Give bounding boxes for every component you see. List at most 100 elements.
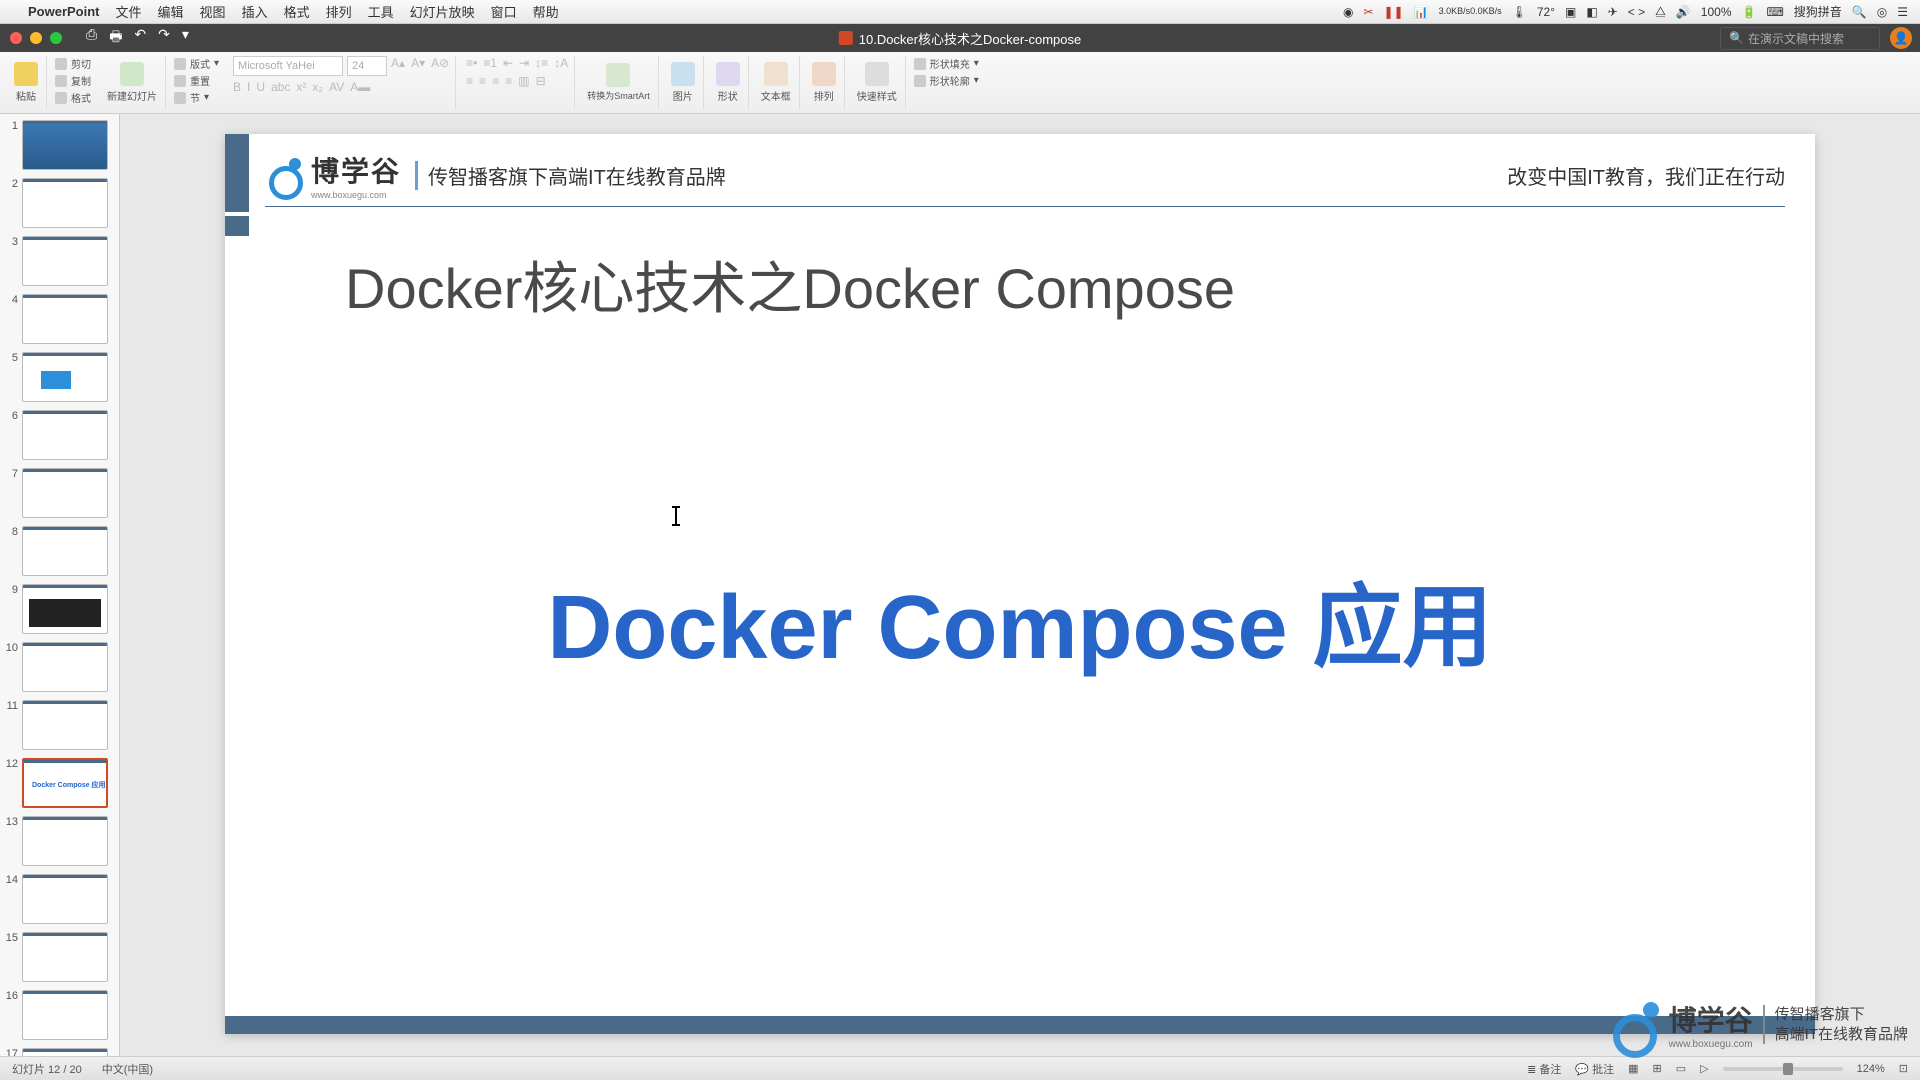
thumbnail-row[interactable]: 10 [4, 642, 115, 692]
tray-icon2[interactable]: ◧ [1586, 5, 1597, 19]
airplane-icon[interactable]: ✈ [1608, 5, 1618, 19]
qat-undo-icon[interactable]: ↶ [134, 26, 146, 50]
italic-icon[interactable]: I [247, 80, 250, 94]
slide-thumbnail-15[interactable] [22, 932, 108, 982]
cut-button[interactable]: 剪切 [55, 56, 91, 71]
slide-thumbnail-17[interactable] [22, 1048, 108, 1056]
pause-icon[interactable]: ❚❚ [1384, 5, 1404, 19]
reset-button[interactable]: 重置 [174, 73, 219, 88]
code-icon[interactable]: < > [1628, 5, 1645, 19]
wifi-icon[interactable]: ⧋ [1655, 4, 1666, 19]
slide-thumbnail-7[interactable] [22, 468, 108, 518]
sorter-view-icon[interactable]: ⊞ [1653, 1062, 1662, 1075]
volume-icon[interactable]: 🔊 [1676, 5, 1691, 19]
minimize-button[interactable] [30, 32, 42, 44]
size-selector[interactable] [347, 56, 387, 76]
thumbnail-row[interactable]: 15 [4, 932, 115, 982]
thumbnail-row[interactable]: 5 [4, 352, 115, 402]
justify-icon[interactable]: ≡ [505, 74, 512, 88]
share-button[interactable]: 👤 [1890, 27, 1912, 49]
menu-edit[interactable]: 编辑 [158, 2, 184, 21]
reading-view-icon[interactable]: ▭ [1676, 1062, 1686, 1075]
close-button[interactable] [10, 32, 22, 44]
slide-counter[interactable]: 幻灯片 12 / 20 [12, 1061, 82, 1077]
zoom-value[interactable]: 124% [1857, 1063, 1885, 1075]
picture-group[interactable]: 图片 [663, 56, 704, 109]
textdir-icon[interactable]: ↕A [554, 56, 568, 70]
thumbnail-row[interactable]: 12Docker Compose 应用 [4, 758, 115, 808]
superscript-icon[interactable]: x² [296, 80, 306, 94]
underline-icon[interactable]: U [256, 80, 265, 94]
thumbnail-row[interactable]: 14 [4, 874, 115, 924]
format-painter-button[interactable]: 格式 [55, 90, 91, 105]
columns-icon[interactable]: ▥ [518, 74, 529, 88]
fit-icon[interactable]: ⊡ [1899, 1062, 1908, 1075]
textbox-group[interactable]: 文本框 [753, 56, 800, 109]
comments-button[interactable]: 💬 批注 [1575, 1061, 1614, 1077]
obs-icon[interactable]: ◉ [1343, 5, 1353, 19]
menu-arrange[interactable]: 排列 [326, 2, 352, 21]
thumbnail-row[interactable]: 4 [4, 294, 115, 344]
thumbnail-row[interactable]: 6 [4, 410, 115, 460]
align-left-icon[interactable]: ≡ [466, 74, 473, 88]
siri-icon[interactable]: ◎ [1877, 5, 1887, 19]
slide-title[interactable]: Docker核心技术之Docker Compose [345, 244, 1235, 325]
qat-redo-icon[interactable]: ↷ [158, 26, 170, 50]
maximize-button[interactable] [50, 32, 62, 44]
menu-tools[interactable]: 工具 [368, 2, 394, 21]
thumbnail-row[interactable]: 3 [4, 236, 115, 286]
indent-icon[interactable]: ⇥ [519, 56, 529, 70]
thumbnail-row[interactable]: 11 [4, 700, 115, 750]
slide-thumbnail-16[interactable] [22, 990, 108, 1040]
section-button[interactable]: 节 ▾ [174, 90, 219, 105]
thumbnail-row[interactable]: 2 [4, 178, 115, 228]
slide-thumbnail-13[interactable] [22, 816, 108, 866]
thumbnail-row[interactable]: 1 [4, 120, 115, 170]
thumbnail-row[interactable]: 7 [4, 468, 115, 518]
slide-thumbnail-8[interactable] [22, 526, 108, 576]
menu-file[interactable]: 文件 [116, 2, 142, 21]
slide-thumbnail-14[interactable] [22, 874, 108, 924]
slide-thumbnail-3[interactable] [22, 236, 108, 286]
slide-thumbnail-9[interactable] [22, 584, 108, 634]
slide-thumbnail-6[interactable] [22, 410, 108, 460]
menu-icon[interactable]: ☰ [1897, 5, 1908, 19]
bullets-icon[interactable]: ≡• [466, 56, 477, 70]
slide-canvas-area[interactable]: 博学谷 www.boxuegu.com 传智播客旗下高端IT在线教育品牌 改变中… [120, 114, 1920, 1056]
outdent-icon[interactable]: ⇤ [503, 56, 513, 70]
app-name[interactable]: PowerPoint [28, 4, 100, 19]
shapes-group[interactable]: 形状 [708, 56, 749, 109]
copy-button[interactable]: 复制 [55, 73, 91, 88]
slide-thumbnail-10[interactable] [22, 642, 108, 692]
slide-main-text[interactable]: Docker Compose 应用 [225, 554, 1815, 684]
qat-print-icon[interactable]: 🖶 [109, 26, 122, 50]
slide-thumbnail-2[interactable] [22, 178, 108, 228]
newslide-group[interactable]: 新建幻灯片 [99, 56, 166, 109]
ime-icon[interactable]: ⌨ [1766, 5, 1783, 19]
ime-label[interactable]: 搜狗拼音 [1794, 3, 1842, 20]
slide-thumbnail-11[interactable] [22, 700, 108, 750]
slideshow-view-icon[interactable]: ▷ [1700, 1062, 1708, 1075]
notes-button[interactable]: ≣ 备注 [1527, 1061, 1561, 1077]
battery-icon[interactable]: 🔋 [1742, 5, 1757, 19]
slide-thumbnail-12[interactable]: Docker Compose 应用 [22, 758, 108, 808]
tray-icon1[interactable]: ▣ [1565, 5, 1576, 19]
qat-save-icon[interactable]: ⎙ [86, 26, 97, 50]
menu-insert[interactable]: 插入 [242, 2, 268, 21]
quickstyle-group[interactable]: 快速样式 [849, 56, 906, 109]
current-slide[interactable]: 博学谷 www.boxuegu.com 传智播客旗下高端IT在线教育品牌 改变中… [225, 134, 1815, 1034]
slide-thumbnail-5[interactable] [22, 352, 108, 402]
subscript-icon[interactable]: x₂ [312, 80, 323, 94]
temp-icon[interactable]: 🌡 [1512, 5, 1527, 19]
qat-custom-icon[interactable]: ▾ [182, 26, 189, 50]
menu-window[interactable]: 窗口 [491, 2, 517, 21]
align-right-icon[interactable]: ≡ [492, 74, 499, 88]
shrink-font-icon[interactable]: A▾ [411, 56, 425, 76]
shapeoutline-button[interactable]: 形状轮廓 ▾ [914, 73, 979, 88]
menu-help[interactable]: 帮助 [533, 2, 559, 21]
stats-icon[interactable]: 📊 [1414, 5, 1429, 19]
thumbnail-row[interactable]: 8 [4, 526, 115, 576]
arrange-group[interactable]: 排列 [804, 56, 845, 109]
slide-thumbnail-4[interactable] [22, 294, 108, 344]
paste-group[interactable]: 粘贴 [6, 56, 47, 109]
